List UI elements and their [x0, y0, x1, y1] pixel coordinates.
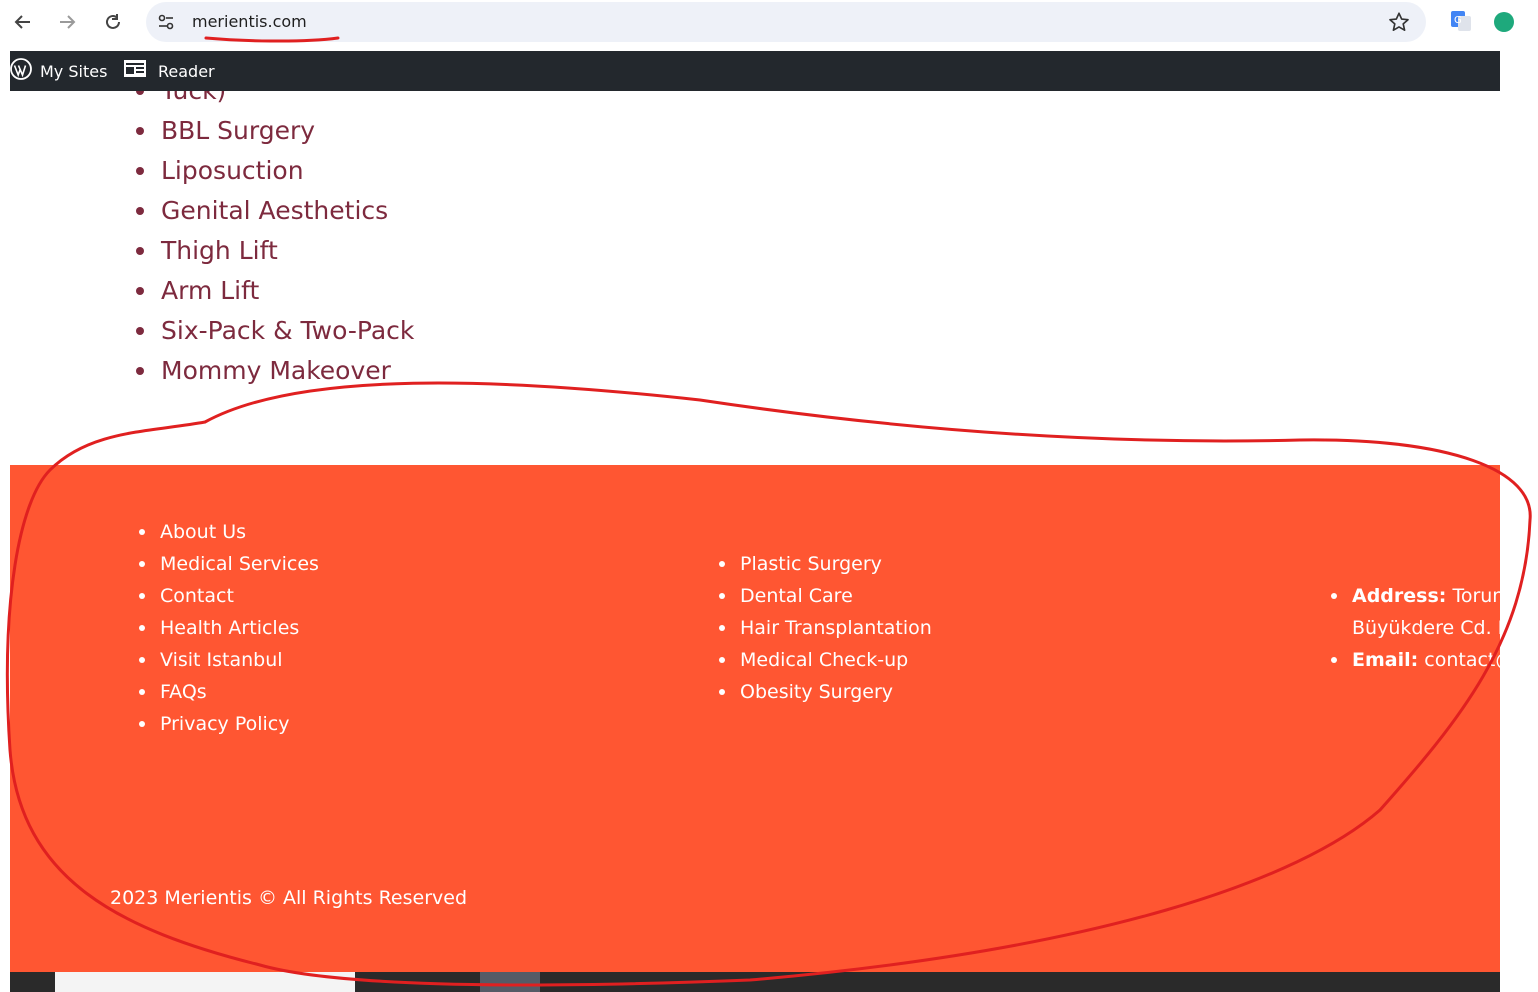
footer-contact: Address: Torun C Büyükdere Cd. N Email: … — [1331, 580, 1500, 676]
email-label: Email: — [1352, 649, 1419, 671]
list-item[interactable]: Liposuction — [136, 151, 414, 191]
back-arrow-icon[interactable] — [9, 8, 37, 36]
footer-link-health-articles[interactable]: Health Articles — [139, 612, 319, 644]
address-line2: Büyükdere Cd. N — [1352, 617, 1500, 639]
footer-links: About Us Medical Services Contact Health… — [139, 516, 319, 740]
service-link[interactable]: Arm Lift — [161, 276, 259, 305]
list-item[interactable]: BBL Surgery — [136, 111, 414, 151]
footer-services: Plastic Surgery Dental Care Hair Transpl… — [719, 548, 932, 708]
copyright-text: 2023 Merientis © All Rights Reserved — [110, 887, 468, 909]
service-link[interactable]: Genital Aesthetics — [161, 196, 388, 225]
footer-address: Address: Torun C Büyükdere Cd. N — [1331, 580, 1500, 644]
footer-service-obesity-surgery[interactable]: Obesity Surgery — [719, 676, 932, 708]
list-item[interactable]: Arm Lift — [136, 271, 414, 311]
browser-toolbar: merientis.com G — [0, 0, 1538, 44]
reader-label: Reader — [158, 61, 215, 81]
my-sites-label: My Sites — [40, 61, 108, 81]
footer-email[interactable]: Email: contact@ — [1331, 644, 1500, 676]
reader-icon — [123, 59, 147, 83]
list-item[interactable]: Thigh Lift — [136, 231, 414, 271]
bottom-strip-segment — [55, 972, 355, 992]
main-content: Tuck) BBL Surgery Liposuction Genital Ae… — [10, 91, 1500, 465]
footer-link-medical-services[interactable]: Medical Services — [139, 548, 319, 580]
url-text[interactable]: merientis.com — [192, 12, 307, 31]
footer-link-contact[interactable]: Contact — [139, 580, 319, 612]
bottom-strip-segment — [480, 972, 540, 992]
address-label: Address: — [1352, 585, 1447, 607]
service-link[interactable]: Six-Pack & Two-Pack — [161, 316, 414, 345]
footer-link-about[interactable]: About Us — [139, 516, 319, 548]
service-link[interactable]: Tuck) — [161, 91, 226, 105]
email-value[interactable]: contact@ — [1424, 649, 1500, 671]
wp-admin-bar: My Sites Reader — [10, 51, 1500, 91]
reload-icon[interactable] — [99, 8, 127, 36]
footer-link-privacy[interactable]: Privacy Policy — [139, 708, 319, 740]
footer-service-medical-checkup[interactable]: Medical Check-up — [719, 644, 932, 676]
address-line1: Torun C — [1452, 585, 1500, 607]
google-translate-icon[interactable]: G — [1450, 10, 1472, 32]
service-list: Tuck) BBL Surgery Liposuction Genital Ae… — [136, 91, 414, 391]
reader-menu[interactable]: Reader — [123, 51, 215, 91]
service-link[interactable]: Liposuction — [161, 156, 304, 185]
address-bar[interactable]: merientis.com — [146, 2, 1426, 42]
list-item[interactable]: Genital Aesthetics — [136, 191, 414, 231]
footer-link-visit-istanbul[interactable]: Visit Istanbul — [139, 644, 319, 676]
service-link[interactable]: Thigh Lift — [161, 236, 278, 265]
footer-service-dental-care[interactable]: Dental Care — [719, 580, 932, 612]
forward-arrow-icon[interactable] — [53, 8, 81, 36]
bookmark-star-icon[interactable] — [1388, 11, 1410, 38]
site-footer: About Us Medical Services Contact Health… — [10, 465, 1500, 972]
footer-service-plastic-surgery[interactable]: Plastic Surgery — [719, 548, 932, 580]
site-info-icon[interactable] — [156, 12, 176, 37]
list-item[interactable]: Mommy Makeover — [136, 351, 414, 391]
svg-text:G: G — [1454, 15, 1462, 26]
footer-service-hair-transplantation[interactable]: Hair Transplantation — [719, 612, 932, 644]
wordpress-logo-icon — [10, 58, 32, 84]
service-link[interactable]: Mommy Makeover — [161, 356, 391, 385]
bottom-strip — [10, 972, 1500, 992]
my-sites-menu[interactable]: My Sites — [10, 51, 107, 91]
footer-link-faqs[interactable]: FAQs — [139, 676, 319, 708]
extension-icon[interactable] — [1494, 12, 1514, 32]
list-item[interactable]: Tuck) — [136, 91, 414, 111]
service-link[interactable]: BBL Surgery — [161, 116, 315, 145]
list-item[interactable]: Six-Pack & Two-Pack — [136, 311, 414, 351]
